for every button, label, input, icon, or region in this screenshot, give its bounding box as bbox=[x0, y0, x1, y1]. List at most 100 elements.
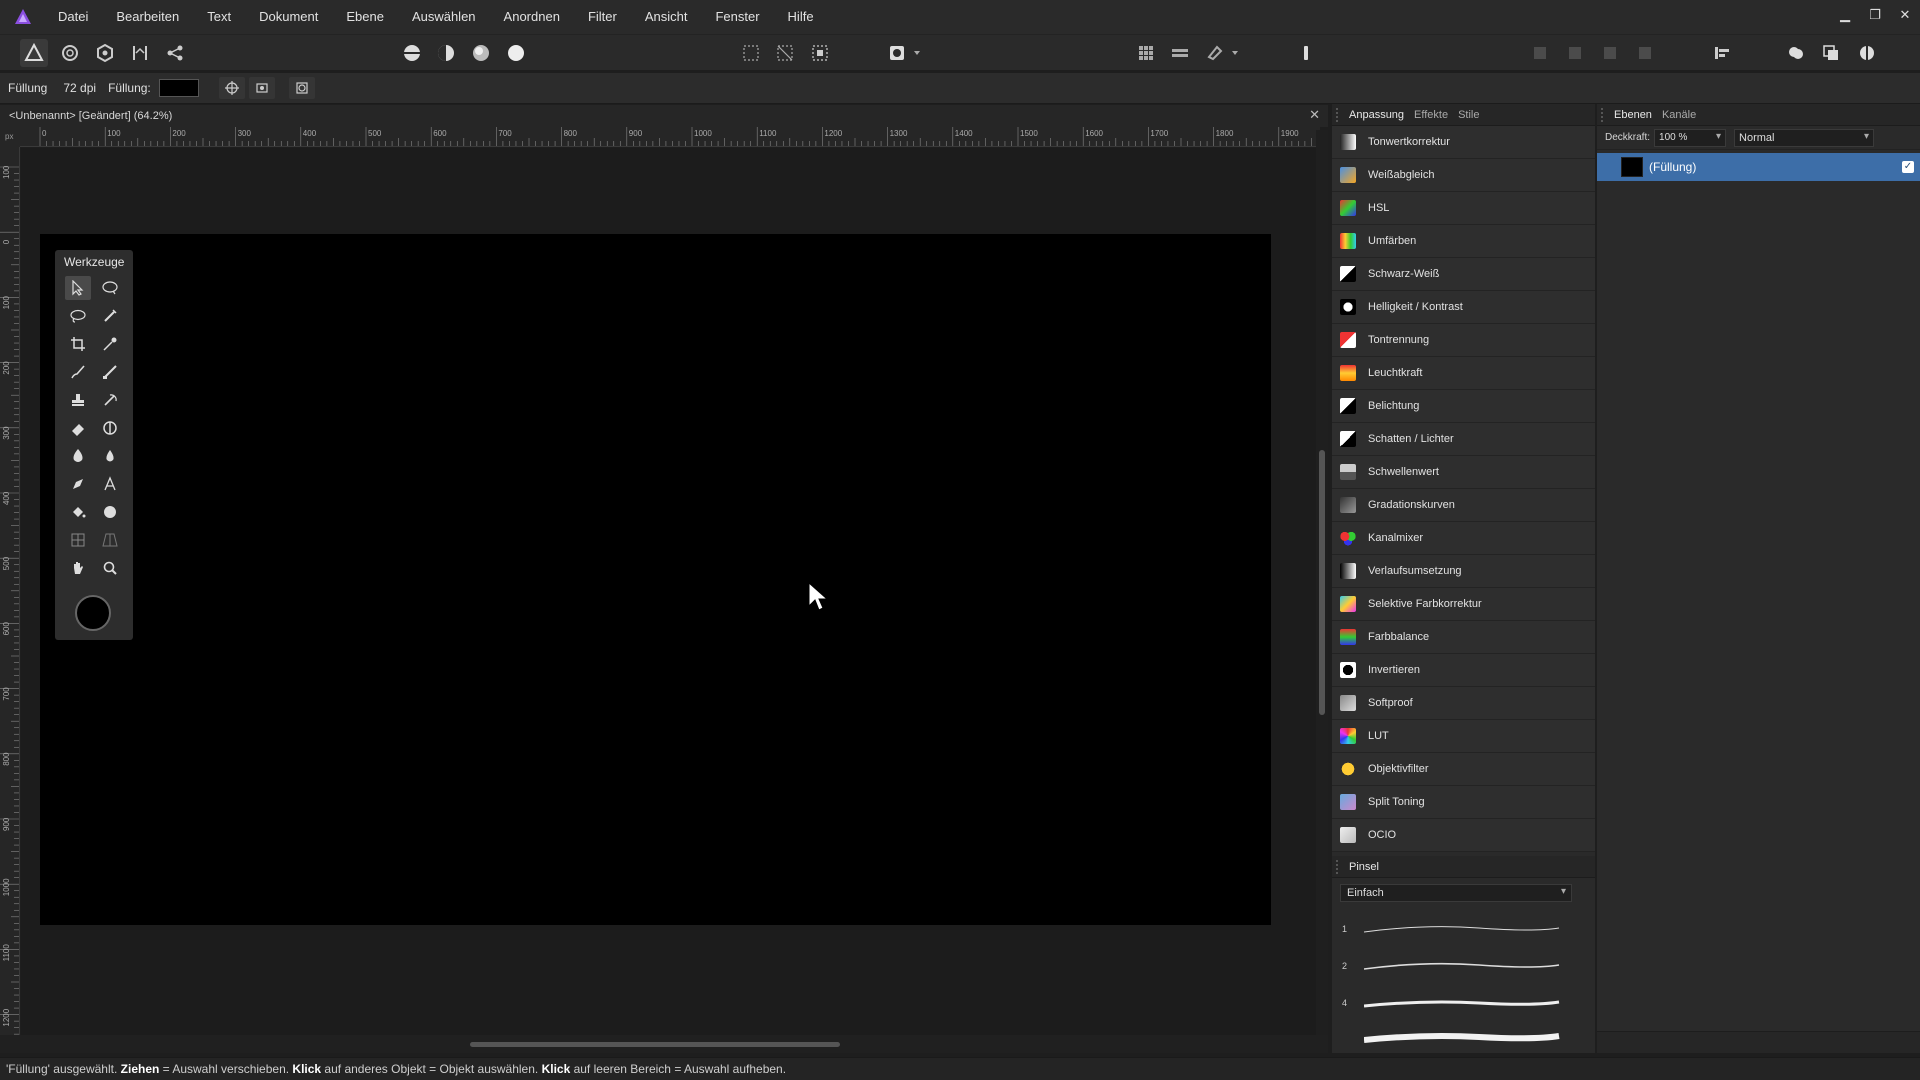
auto-contrast-icon[interactable] bbox=[432, 39, 460, 67]
transform-origin-icon[interactable] bbox=[218, 77, 245, 99]
brush-preset[interactable]: 4 bbox=[1342, 990, 1572, 1020]
crop-tool-icon[interactable] bbox=[65, 332, 91, 356]
zoom-tool-icon[interactable] bbox=[97, 556, 123, 580]
develop-persona-icon[interactable] bbox=[91, 39, 119, 67]
document-tab[interactable]: <Unbenannt> [Geändert] (64.2%) ✕ bbox=[0, 105, 1328, 127]
tab-kanaele[interactable]: Kanäle bbox=[1657, 109, 1701, 121]
pen-tool-icon[interactable] bbox=[65, 472, 91, 496]
show-selection-box-icon[interactable] bbox=[248, 77, 275, 99]
adjustment-item[interactable]: Tontrennung bbox=[1332, 324, 1595, 357]
adjustment-item[interactable]: Invertieren bbox=[1332, 654, 1595, 687]
menu-hilfe[interactable]: Hilfe bbox=[774, 0, 828, 34]
rotate-icon[interactable] bbox=[288, 77, 315, 99]
adjustment-item[interactable]: Gradationskurven bbox=[1332, 489, 1595, 522]
brush-preset[interactable] bbox=[1342, 1024, 1572, 1054]
liquify-persona-icon[interactable] bbox=[56, 39, 84, 67]
color-picker-icon[interactable] bbox=[97, 332, 123, 356]
layer-row[interactable]: (Füllung) ✓ bbox=[1597, 153, 1920, 181]
adjustment-item[interactable]: Helligkeit / Kontrast bbox=[1332, 291, 1595, 324]
tab-effekte[interactable]: Effekte bbox=[1409, 109, 1453, 121]
adjustment-item[interactable]: HSL bbox=[1332, 192, 1595, 225]
adjustment-item[interactable]: Belichtung bbox=[1332, 390, 1595, 423]
brush-category-select[interactable]: Einfach bbox=[1340, 884, 1572, 902]
text-tool-icon[interactable] bbox=[97, 472, 123, 496]
selection-brush-icon[interactable] bbox=[97, 276, 123, 300]
menu-datei[interactable]: Datei bbox=[44, 0, 102, 34]
brush-preset[interactable]: 1 bbox=[1342, 916, 1572, 946]
menu-fenster[interactable]: Fenster bbox=[701, 0, 773, 34]
arrange-back-icon[interactable] bbox=[1526, 39, 1554, 67]
adjustment-item[interactable]: Weißabgleich bbox=[1332, 159, 1595, 192]
adjustment-item[interactable]: Farbbalance bbox=[1332, 621, 1595, 654]
menu-auswaehlen[interactable]: Auswählen bbox=[398, 0, 490, 34]
adjustment-item[interactable]: Kanalmixer bbox=[1332, 522, 1595, 555]
adjustment-item[interactable]: Tonwertkorrektur bbox=[1332, 126, 1595, 159]
brush-preset[interactable]: 2 bbox=[1342, 953, 1572, 983]
eraser-tool-icon[interactable] bbox=[65, 416, 91, 440]
select-all-icon[interactable] bbox=[737, 39, 765, 67]
assistant-icon[interactable] bbox=[1292, 39, 1320, 67]
close-window-icon[interactable]: ✕ bbox=[1890, 0, 1920, 30]
fill-color-swatch[interactable] bbox=[158, 79, 199, 97]
arrange-front-icon[interactable] bbox=[1631, 39, 1659, 67]
shape-tool-icon[interactable] bbox=[97, 500, 123, 524]
blend-mode-select[interactable]: Normal bbox=[1734, 128, 1875, 147]
snapping-magnet-icon[interactable] bbox=[1201, 39, 1229, 67]
panel-grip-icon[interactable] bbox=[1336, 107, 1344, 122]
layer-visibility-checkbox[interactable]: ✓ bbox=[1902, 161, 1914, 173]
flood-fill-icon[interactable] bbox=[65, 500, 91, 524]
snapping-grid-icon[interactable] bbox=[1132, 39, 1160, 67]
adjustment-item[interactable]: Schatten / Lichter bbox=[1332, 423, 1595, 456]
perspective-tool-icon[interactable] bbox=[97, 528, 123, 552]
canvas-area[interactable] bbox=[21, 148, 1321, 1035]
photo-persona-icon[interactable] bbox=[20, 39, 48, 67]
tab-stile[interactable]: Stile bbox=[1453, 109, 1484, 121]
horizontal-scroll-thumb[interactable] bbox=[470, 1042, 840, 1047]
mesh-warp-icon[interactable] bbox=[65, 528, 91, 552]
opacity-input[interactable]: 100 % bbox=[1654, 128, 1727, 147]
blur-brush-icon[interactable] bbox=[65, 444, 91, 468]
quick-mask-icon[interactable] bbox=[883, 39, 911, 67]
horizontal-scrollbar[interactable] bbox=[0, 1035, 1328, 1053]
invert-selection-icon[interactable] bbox=[806, 39, 834, 67]
tab-pinsel[interactable]: Pinsel bbox=[1344, 861, 1384, 873]
tab-ebenen[interactable]: Ebenen bbox=[1609, 109, 1657, 121]
menu-bearbeiten[interactable]: Bearbeiten bbox=[102, 0, 193, 34]
adjustment-item[interactable]: Softproof bbox=[1332, 687, 1595, 720]
menu-ansicht[interactable]: Ansicht bbox=[631, 0, 702, 34]
horizontal-ruler[interactable]: 0 100 200 300 400 500 600 700 800 900 1000 1100 1200… bbox=[20, 127, 1320, 147]
vertical-scroll-thumb[interactable] bbox=[1319, 450, 1325, 715]
flood-select-icon[interactable] bbox=[97, 304, 123, 328]
align-objects-icon[interactable] bbox=[1708, 39, 1736, 67]
adjustment-item[interactable]: Schwellenwert bbox=[1332, 456, 1595, 489]
adjustment-item[interactable]: Schwarz-Weiß bbox=[1332, 258, 1595, 291]
affinity-photo-logo-icon[interactable] bbox=[12, 6, 34, 28]
minimize-icon[interactable]: ▁ bbox=[1830, 0, 1860, 30]
adjustment-item[interactable]: LUT bbox=[1332, 720, 1595, 753]
adjustment-item[interactable]: Objektivfilter bbox=[1332, 753, 1595, 786]
boolean-subtract-icon[interactable] bbox=[1817, 39, 1845, 67]
context-dpi[interactable]: 72 dpi bbox=[63, 81, 96, 95]
auto-levels-icon[interactable] bbox=[398, 39, 426, 67]
tone-mapping-persona-icon[interactable] bbox=[126, 39, 154, 67]
auto-colors-icon[interactable] bbox=[467, 39, 495, 67]
adjustment-item[interactable]: Selektive Farbkorrektur bbox=[1332, 588, 1595, 621]
clone-stamp-icon[interactable] bbox=[65, 388, 91, 412]
dodge-burn-icon[interactable] bbox=[97, 416, 123, 440]
restore-icon[interactable]: ❐ bbox=[1860, 0, 1890, 30]
boolean-add-icon[interactable] bbox=[1782, 39, 1810, 67]
lasso-tool-icon[interactable] bbox=[65, 304, 91, 328]
adjustment-item[interactable]: Split Toning bbox=[1332, 786, 1595, 819]
arrange-forward-icon[interactable] bbox=[1596, 39, 1624, 67]
panel-grip-icon[interactable] bbox=[1601, 107, 1609, 122]
vertical-scrollbar[interactable] bbox=[1316, 130, 1328, 1035]
menu-anordnen[interactable]: Anordnen bbox=[490, 0, 574, 34]
adjustment-item[interactable]: Leuchtkraft bbox=[1332, 357, 1595, 390]
align-icon[interactable] bbox=[1166, 39, 1194, 67]
snapping-dropdown-icon[interactable] bbox=[1228, 39, 1242, 67]
quick-mask-dropdown-icon[interactable] bbox=[910, 39, 924, 67]
tab-anpassung[interactable]: Anpassung bbox=[1344, 109, 1409, 121]
adjustment-item[interactable]: Verlaufsumsetzung bbox=[1332, 555, 1595, 588]
export-persona-icon[interactable] bbox=[161, 39, 189, 67]
arrange-backward-icon[interactable] bbox=[1561, 39, 1589, 67]
